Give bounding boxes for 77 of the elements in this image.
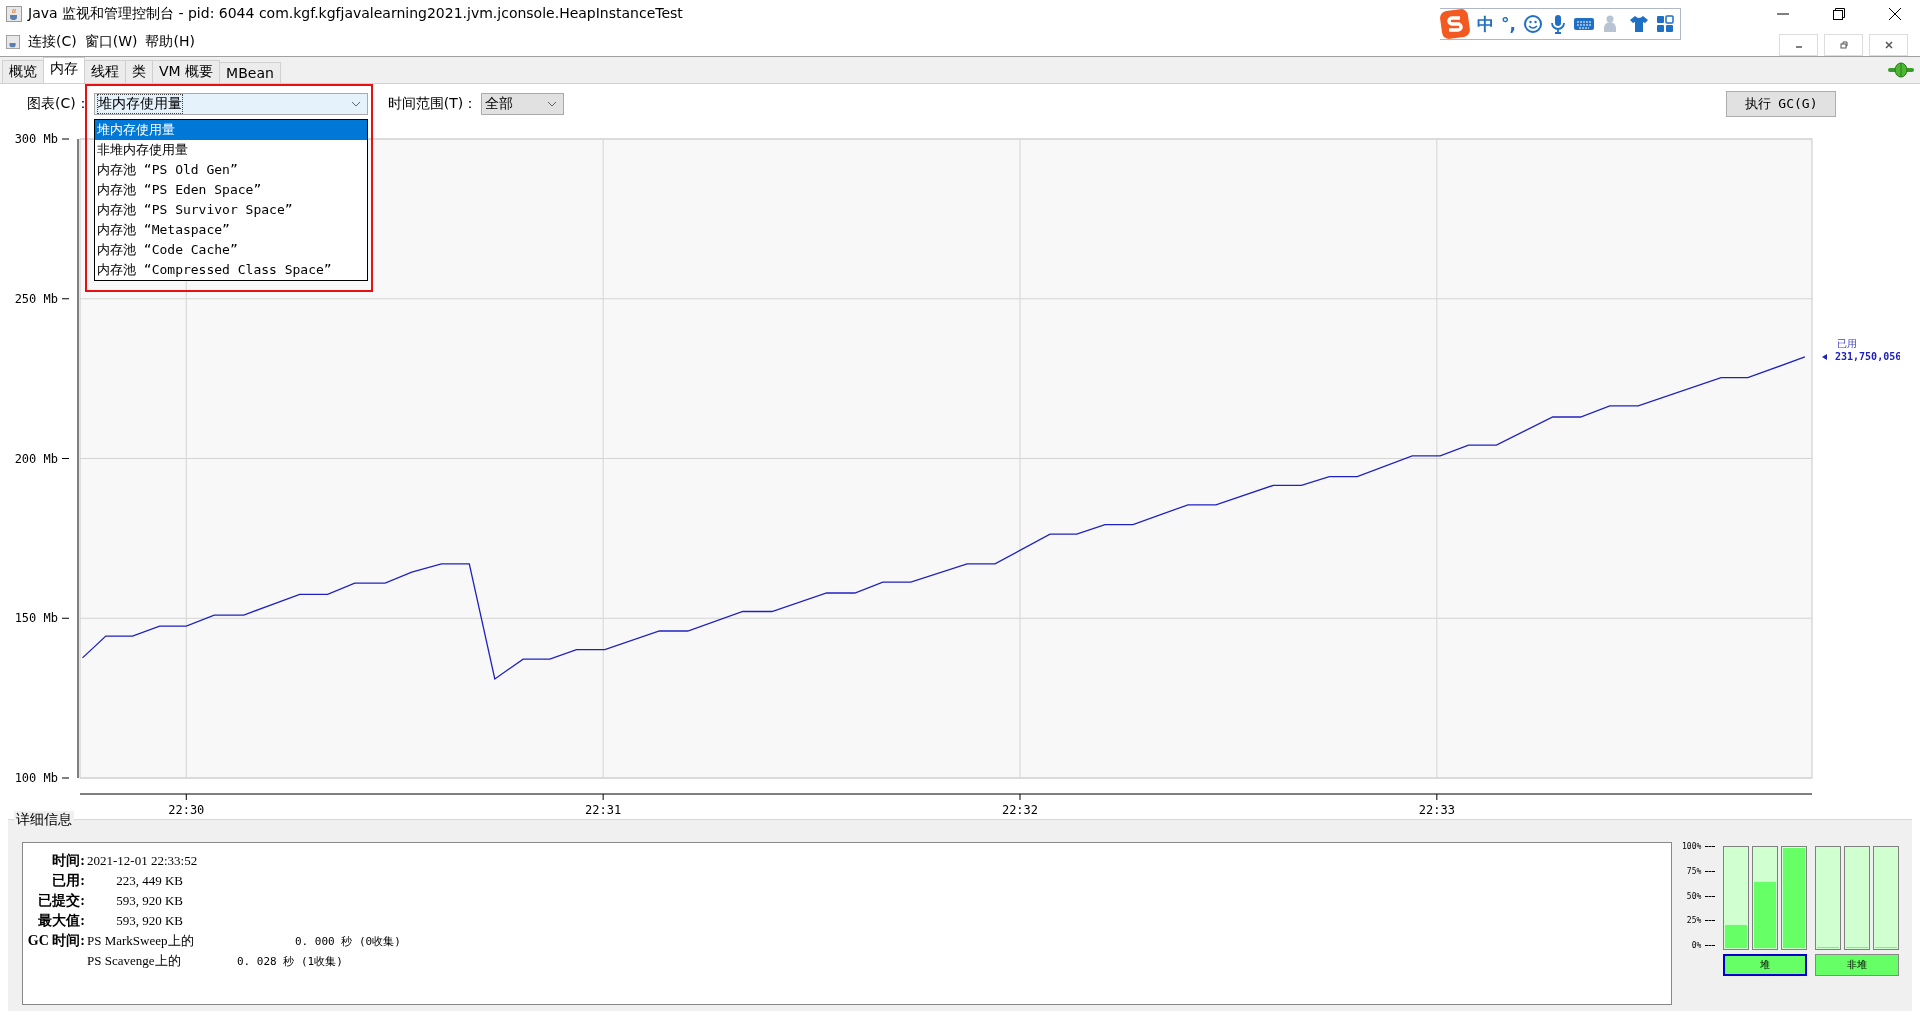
marker-value: 231,750,056 bbox=[1835, 350, 1900, 362]
y-tick-label: 300 Mb bbox=[14, 132, 58, 146]
detail-label: 最大值: bbox=[37, 912, 86, 930]
gc-collector: PS Scavenge上的 bbox=[87, 952, 182, 970]
dropdown-option[interactable]: 内存池 “PS Survivor Space” bbox=[95, 200, 367, 220]
dropdown-option[interactable]: 内存池 “Metaspace” bbox=[95, 220, 367, 240]
dropdown-option[interactable]: 内存池 “PS Eden Space” bbox=[95, 180, 367, 200]
pool-group-button[interactable]: 堆 bbox=[1723, 954, 1808, 976]
tab[interactable]: 类 bbox=[125, 60, 153, 83]
y-tick-label: 150 Mb bbox=[14, 611, 58, 626]
tab[interactable]: 内存 bbox=[43, 57, 85, 83]
percent-label: 25% bbox=[1686, 916, 1702, 926]
close-icon bbox=[1884, 41, 1893, 49]
detail-label: 已提交: bbox=[37, 892, 86, 910]
caret-icon bbox=[350, 101, 361, 107]
y-tick-label: 250 Mb bbox=[14, 291, 58, 306]
shirt-icon[interactable] bbox=[1628, 14, 1649, 34]
dropdown-option[interactable]: 内存池 “Compressed Class Space” bbox=[95, 260, 367, 280]
tab[interactable]: MBean bbox=[219, 62, 281, 83]
detail-value: 593, 920 KB bbox=[115, 913, 183, 929]
pool-group-button[interactable]: 非堆 bbox=[1815, 954, 1900, 976]
x-tick-label: 22:31 bbox=[585, 803, 622, 817]
connection-icon bbox=[1888, 62, 1914, 78]
percent-label: 100% bbox=[1682, 842, 1702, 851]
time-range-dropdown[interactable]: 全部 bbox=[481, 93, 565, 115]
menu-item[interactable]: 连接(C) bbox=[28, 33, 77, 51]
tick-mark bbox=[1705, 870, 1716, 872]
marker-arrow-icon bbox=[1822, 353, 1827, 360]
x-tick-label: 22:32 bbox=[1001, 803, 1039, 817]
gc-time: 0. 028 秒 (1收集) bbox=[237, 953, 343, 969]
microphone-icon[interactable] bbox=[1549, 14, 1566, 34]
percent-label: 0% bbox=[1691, 941, 1702, 950]
detail-value: 223, 449 KB bbox=[115, 873, 183, 889]
y-tick-label: 200 Mb bbox=[14, 451, 58, 466]
gc-button[interactable]: 执行 GC(G) bbox=[1726, 91, 1836, 117]
tick-mark bbox=[1705, 945, 1716, 946]
ime-punctuation[interactable]: °, bbox=[1501, 14, 1516, 34]
tab[interactable]: VM 概要 bbox=[152, 60, 221, 83]
tick-mark bbox=[1705, 895, 1716, 897]
grid-icon[interactable] bbox=[1655, 15, 1674, 33]
dropdown-option[interactable]: 内存池 “Code Cache” bbox=[95, 240, 367, 260]
tab[interactable]: 概览 bbox=[2, 60, 44, 83]
java-cup-icon bbox=[6, 6, 22, 22]
chart-dropdown[interactable]: 堆内存使用量 bbox=[93, 93, 368, 115]
close-icon[interactable] bbox=[1888, 7, 1902, 21]
chart-label: 图表(C)： bbox=[27, 95, 90, 113]
restore-icon[interactable] bbox=[1832, 7, 1846, 21]
tick-mark bbox=[1705, 920, 1716, 922]
time-range-label: 时间范围(T)： bbox=[387, 95, 478, 113]
ime-mode[interactable]: 中 bbox=[1477, 12, 1494, 36]
dropdown-option[interactable]: 非堆内存使用量 bbox=[95, 140, 367, 160]
restore-icon bbox=[1839, 41, 1848, 49]
x-tick-label: 22:33 bbox=[1418, 803, 1455, 817]
keyboard-icon[interactable] bbox=[1572, 16, 1595, 32]
java-cup-icon bbox=[6, 35, 20, 49]
detail-label: GC 时间: bbox=[27, 933, 85, 948]
dropdown-option[interactable]: 内存池 “PS Old Gen” bbox=[95, 160, 367, 180]
percent-label: 75% bbox=[1686, 866, 1702, 876]
percent-label: 50% bbox=[1686, 891, 1702, 901]
detail-value: 593, 920 KB bbox=[115, 893, 183, 909]
gc-time: 0. 000 秒 (0收集) bbox=[295, 933, 401, 949]
y-tick-label: 100 Mb bbox=[14, 771, 58, 785]
gc-collector: PS MarkSweep上的 bbox=[87, 932, 195, 950]
detail-label: 已用: bbox=[51, 872, 86, 890]
marker-label: 已用 bbox=[1837, 337, 1857, 349]
tab[interactable]: 线程 bbox=[84, 60, 126, 83]
caret-icon bbox=[547, 101, 558, 107]
detail-label: 时间: bbox=[51, 852, 86, 870]
tick-mark bbox=[1705, 846, 1716, 847]
dropdown-option[interactable]: 堆内存使用量 bbox=[95, 120, 367, 140]
menu-item[interactable]: 帮助(H) bbox=[145, 33, 195, 51]
menu-item[interactable]: 窗口(W) bbox=[84, 33, 138, 51]
detail-value: 2021-12-01 22:33:52 bbox=[87, 853, 198, 869]
window-title: Java 监视和管理控制台 - pid: 6044 com.kgf.kgfjavalearning2021.jvm.jconsole.HeapInstanceTest bbox=[28, 5, 683, 23]
group-title: 详细信息 bbox=[14, 811, 74, 829]
x-tick-label: 22:30 bbox=[168, 803, 205, 817]
smiley-icon[interactable] bbox=[1522, 14, 1543, 34]
